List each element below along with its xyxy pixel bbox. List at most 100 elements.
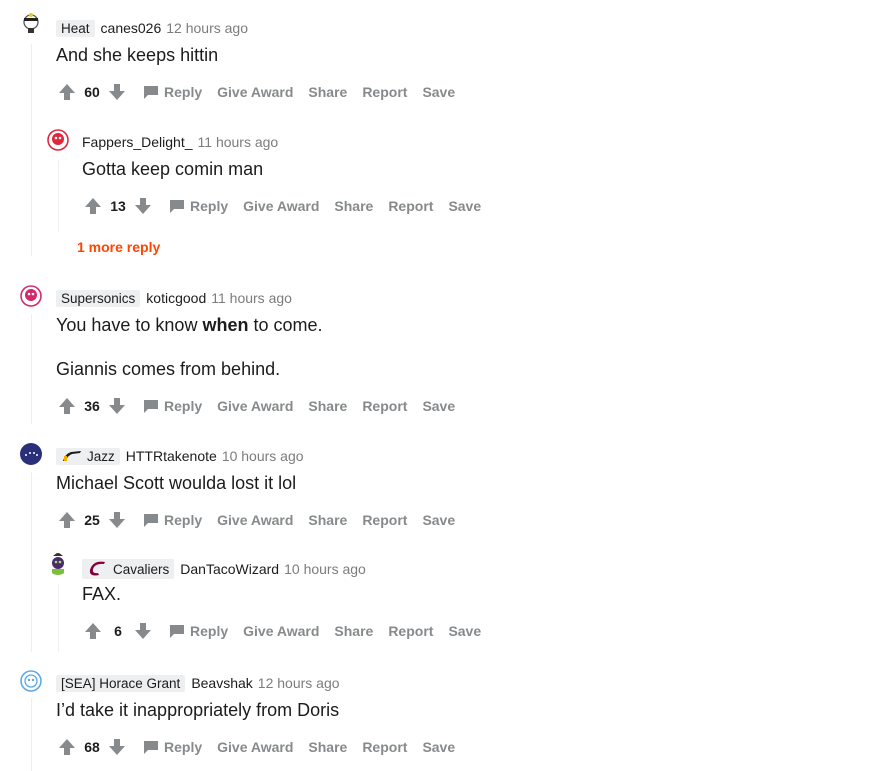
comment-bubble-icon — [144, 514, 158, 527]
thread-line[interactable] — [31, 472, 32, 652]
share-button[interactable]: Share — [308, 84, 347, 100]
reply-label: Reply — [190, 623, 229, 639]
report-button[interactable]: Report — [388, 623, 433, 639]
comment: Fappers_Delight_ 11 hours ago Gotta keep… — [82, 132, 481, 218]
reply-button[interactable]: Reply — [169, 623, 228, 639]
comment-actions: 36 Reply Give Award Share Report Save — [56, 394, 455, 418]
share-button[interactable]: Share — [334, 623, 373, 639]
comment-timestamp[interactable]: 10 hours ago — [222, 448, 304, 464]
comment-text: And she keeps hittin — [56, 45, 219, 65]
report-button[interactable]: Report — [388, 198, 433, 214]
downvote-icon[interactable] — [106, 509, 128, 531]
user-flair: Jazz — [56, 447, 120, 465]
comment-author[interactable]: canes026 — [101, 20, 162, 36]
give-award-button[interactable]: Give Award — [217, 512, 293, 528]
upvote-icon[interactable] — [56, 736, 78, 758]
vote-score: 60 — [84, 84, 100, 100]
comment-bubble-icon — [144, 741, 158, 754]
comment-timestamp[interactable]: 11 hours ago — [198, 134, 279, 150]
vote-score: 36 — [84, 398, 100, 414]
comment-actions: 60 Reply Give Award Share Report Save — [56, 80, 455, 104]
report-button[interactable]: Report — [362, 84, 407, 100]
comment-author[interactable]: DanTacoWizard — [180, 561, 279, 577]
bold-text: when — [202, 315, 249, 335]
avatar[interactable] — [20, 12, 42, 34]
avatar[interactable] — [20, 285, 42, 307]
upvote-icon[interactable] — [82, 620, 104, 642]
upvote-icon[interactable] — [56, 81, 78, 103]
more-replies-link[interactable]: 1 more reply — [77, 239, 160, 255]
downvote-icon[interactable] — [132, 195, 154, 217]
comment-bubble-icon — [170, 625, 184, 638]
comment-body: Gotta keep comin man — [82, 158, 481, 180]
avatar[interactable] — [20, 443, 42, 465]
thread-line[interactable] — [58, 584, 59, 652]
comment-actions: 25 Reply Give Award Share Report Save — [56, 508, 455, 532]
comment-bubble-icon — [144, 86, 158, 99]
reply-button[interactable]: Reply — [169, 198, 228, 214]
downvote-icon[interactable] — [106, 81, 128, 103]
avatar[interactable] — [47, 553, 69, 575]
comment-author[interactable]: koticgood — [146, 290, 206, 306]
reply-button[interactable]: Reply — [143, 512, 202, 528]
comment-header: Supersonics koticgood 11 hours ago — [56, 288, 455, 308]
comment-bubble-icon — [170, 200, 184, 213]
save-button[interactable]: Save — [422, 512, 455, 528]
flair-label: Cavaliers — [113, 561, 170, 577]
comment-body: I’d take it inappropriately from Doris — [56, 699, 455, 721]
thread-line[interactable] — [31, 698, 32, 771]
reply-label: Reply — [164, 512, 203, 528]
thread-line[interactable] — [31, 44, 32, 256]
thread-line[interactable] — [58, 160, 59, 232]
give-award-button[interactable]: Give Award — [217, 398, 293, 414]
upvote-icon[interactable] — [56, 509, 78, 531]
save-button[interactable]: Save — [422, 84, 455, 100]
reply-label: Reply — [164, 84, 203, 100]
save-button[interactable]: Save — [422, 739, 455, 755]
share-button[interactable]: Share — [308, 512, 347, 528]
user-flair: Cavaliers — [82, 559, 175, 579]
comment-author[interactable]: Fappers_Delight_ — [82, 134, 193, 150]
avatar[interactable] — [47, 129, 69, 151]
comment-timestamp[interactable]: 12 hours ago — [166, 20, 248, 36]
save-button[interactable]: Save — [422, 398, 455, 414]
thread-line[interactable] — [31, 314, 32, 424]
reply-button[interactable]: Reply — [143, 739, 202, 755]
downvote-icon[interactable] — [132, 620, 154, 642]
upvote-icon[interactable] — [56, 395, 78, 417]
report-button[interactable]: Report — [362, 398, 407, 414]
comment: Cavaliers DanTacoWizard 10 hours ago FAX… — [82, 559, 481, 643]
comment-author[interactable]: HTTRtakenote — [126, 448, 217, 464]
comment-author[interactable]: Beavshak — [191, 675, 252, 691]
comment: Heat canes026 12 hours ago And she keeps… — [56, 18, 455, 104]
comment-text: Michael Scott woulda lost it lol — [56, 473, 297, 493]
downvote-icon[interactable] — [106, 736, 128, 758]
report-button[interactable]: Report — [362, 512, 407, 528]
report-button[interactable]: Report — [362, 739, 407, 755]
give-award-button[interactable]: Give Award — [243, 623, 319, 639]
user-flair: [SEA] Horace Grant — [56, 674, 186, 692]
comment-text: FAX. — [82, 584, 122, 604]
reply-button[interactable]: Reply — [143, 84, 202, 100]
reply-label: Reply — [190, 198, 229, 214]
downvote-icon[interactable] — [106, 395, 128, 417]
give-award-button[interactable]: Give Award — [243, 198, 319, 214]
vote-score: 13 — [110, 198, 126, 214]
user-flair: Heat — [56, 19, 95, 37]
save-button[interactable]: Save — [448, 623, 481, 639]
share-button[interactable]: Share — [308, 739, 347, 755]
comment-header: [SEA] Horace Grant Beavshak 12 hours ago — [56, 673, 455, 693]
comment-timestamp[interactable]: 11 hours ago — [211, 290, 292, 306]
user-flair: Supersonics — [56, 289, 141, 307]
save-button[interactable]: Save — [448, 198, 481, 214]
upvote-icon[interactable] — [82, 195, 104, 217]
give-award-button[interactable]: Give Award — [217, 84, 293, 100]
share-button[interactable]: Share — [334, 198, 373, 214]
comment-timestamp[interactable]: 12 hours ago — [258, 675, 340, 691]
give-award-button[interactable]: Give Award — [217, 739, 293, 755]
share-button[interactable]: Share — [308, 398, 347, 414]
comment-body: And she keeps hittin — [56, 44, 455, 66]
avatar[interactable] — [20, 670, 42, 692]
comment-timestamp[interactable]: 10 hours ago — [284, 561, 366, 577]
reply-button[interactable]: Reply — [143, 398, 202, 414]
